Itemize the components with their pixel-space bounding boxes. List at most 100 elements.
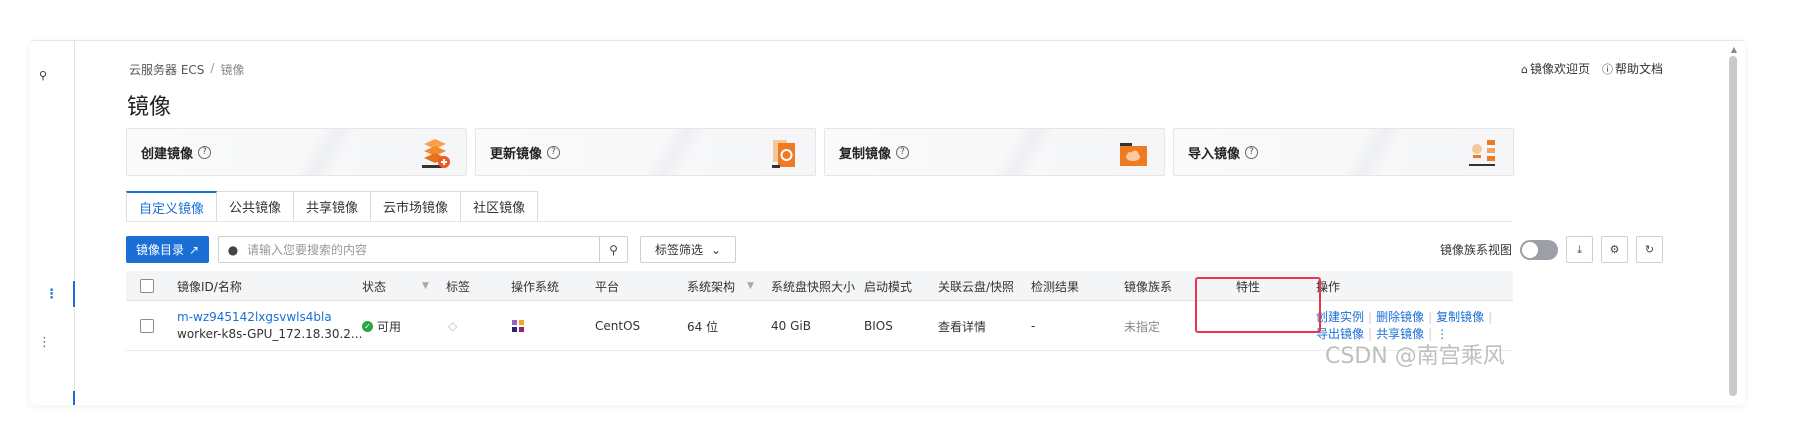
tag-icon[interactable]: ◇ [448,301,457,351]
card-decoration [944,129,1104,175]
os-logo-icon [512,301,524,351]
left-rail: ⚲ ⋮ ⋮ [30,41,75,405]
help-icon[interactable]: ? [547,145,561,159]
family-view-label: 镜像族系视图 [1439,243,1512,257]
search-icon[interactable]: ⚲ [599,237,627,262]
tab-shared-images[interactable]: 共享镜像 [294,191,372,222]
card-decoration [246,129,406,175]
breadcrumb-current: 镜像 [220,63,245,77]
tag-filter-dropdown[interactable]: 标签筛选 ⌄ [640,236,737,263]
tab-community-images[interactable]: 社区镜像 [461,191,539,222]
boot-mode-cell: BIOS [864,319,893,333]
col-arch: 系统架构 [687,279,736,294]
watermark: CSDN @南宫乘风 [1325,344,1505,369]
tab-custom-images[interactable]: 自定义镜像 [126,191,218,222]
tab-marketplace-images[interactable]: 云市场镜像 [371,191,462,222]
family-cell: 未指定 [1124,319,1161,334]
centos-logo-icon [512,320,524,332]
family-view-toggle[interactable] [1520,239,1558,260]
scroll-up-icon[interactable]: ▲ [1731,45,1737,54]
tag-filter-label: 标签筛选 [655,243,704,257]
rail-menu-active[interactable]: ⋮ [30,281,75,307]
search-input[interactable] [247,242,599,257]
import-list-icon [1469,140,1495,166]
image-id-link[interactable]: m-wz945142lxgsvwls4bla [177,309,332,326]
vertical-scrollbar[interactable] [1729,56,1737,396]
help-icon[interactable]: ? [198,145,212,159]
platform-cell: CentOS [595,319,641,333]
checkbox[interactable] [140,279,154,293]
card-label: 导入镜像 [1188,146,1241,162]
col-tags: 标签 [446,279,471,294]
page-title: 镜像 [127,95,172,120]
refresh-icon[interactable]: ↻ [1636,236,1663,263]
gear-icon[interactable]: ⚙ [1601,236,1628,263]
check-result-cell: - [1031,319,1036,333]
home-icon: ⌂ [1520,63,1528,76]
scrollbar-thumb[interactable] [1729,56,1737,396]
help-link[interactable]: ⓘ 帮助文档 [1602,60,1663,77]
highlight-annotation [1195,277,1321,333]
right-toolbar: 镜像族系视图 ⤓ ⚙ ↻ [1440,236,1663,263]
col-os: 操作系统 [511,279,560,294]
help-link-label: 帮助文档 [1614,62,1663,76]
breadcrumb-separator: / [210,61,215,75]
status-badge: 可用 [377,319,402,334]
more-icon[interactable]: ⋮ [38,335,51,350]
update-image-card[interactable]: 更新镜像 ? [475,128,816,176]
col-related: 关联云盘/快照 [938,279,1015,294]
help-icon[interactable]: ? [1245,145,1259,159]
welcome-link-label: 镜像欢迎页 [1529,62,1590,76]
separator: | [1488,310,1493,324]
action-cards: 创建镜像 ? 更新镜像 ? 复制镜像 ? 导入镜像 ? [126,128,1514,176]
separator: | [1428,310,1433,324]
create-instance-link[interactable]: 创建实例 [1316,310,1364,324]
image-catalog-label: 镜像目录 [136,243,185,257]
separator: | [1368,310,1373,324]
tabs-divider [126,221,1513,222]
card-decoration [1293,129,1453,175]
image-catalog-button[interactable]: 镜像目录 ↗ [126,236,210,263]
col-boot-mode: 启动模式 [864,279,913,294]
filter-icon[interactable]: ▼ [747,271,754,301]
image-id-cell: m-wz945142lxgsvwls4bla worker-k8s-GPU_17… [177,301,362,351]
col-platform: 平台 [595,279,620,294]
top-links: ⌂ 镜像欢迎页 ⓘ 帮助文档 [1521,60,1663,77]
help-icon[interactable]: ? [896,145,910,159]
tab-public-images[interactable]: 公共镜像 [217,191,295,222]
welcome-link[interactable]: ⌂ 镜像欢迎页 [1521,60,1590,77]
size-cell: 40 GiB [771,319,811,333]
refresh-doc-icon [772,140,795,168]
check-circle-icon: ✓ [362,320,373,332]
filter-icon[interactable]: ▼ [422,271,429,301]
toggle-knob [1522,241,1538,258]
search-box: ● ⚲ [218,236,628,263]
search-icon[interactable]: ⚲ [39,69,47,82]
col-family: 镜像族系 [1124,279,1173,294]
select-all-checkbox[interactable] [140,271,154,301]
card-decoration [595,129,755,175]
checkbox[interactable] [140,319,154,333]
delete-image-link[interactable]: 删除镜像 [1376,310,1424,324]
chevron-down-icon: ⌄ [711,242,722,257]
breadcrumb-root[interactable]: 云服务器 ECS [129,61,204,78]
status-cell: ✓ 可用 [362,301,401,351]
breadcrumb: 云服务器 ECS / 镜像 [129,61,244,78]
copy-image-link[interactable]: 复制镜像 [1436,310,1484,324]
image-name: worker-k8s-GPU_172.18.30.2... [177,327,363,341]
import-image-card[interactable]: 导入镜像 ? [1173,128,1514,176]
col-check-result: 检测结果 [1031,279,1080,294]
row-checkbox[interactable] [140,301,154,351]
rail-indicator [73,391,75,405]
layers-plus-icon [422,139,450,168]
help-circle-icon: ⓘ [1601,63,1613,76]
download-icon[interactable]: ⤓ [1566,236,1593,263]
arch-cell: 64 位 [687,319,719,334]
copy-image-card[interactable]: 复制镜像 ? [824,128,1165,176]
card-label: 复制镜像 [839,146,892,162]
card-label: 更新镜像 [490,146,543,162]
folder-cloud-icon [1120,143,1147,166]
image-tabs: 自定义镜像 公共镜像 共享镜像 云市场镜像 社区镜像 [126,191,539,222]
related-details-link[interactable]: 查看详情 [938,301,986,351]
create-image-card[interactable]: 创建镜像 ? [126,128,467,176]
